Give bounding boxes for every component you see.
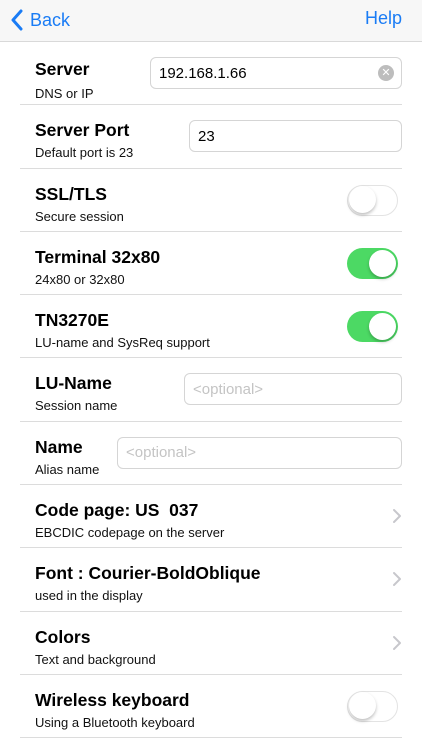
row-subtitle: Text and background: [35, 651, 156, 667]
toggle-knob: [349, 692, 376, 720]
help-button[interactable]: Help: [365, 8, 402, 29]
tn3270e-toggle[interactable]: [347, 311, 398, 343]
row-title: Server: [35, 59, 90, 79]
row-subtitle: EBCDIC codepage on the server: [35, 525, 225, 541]
row-title: SSL/TLS: [35, 183, 107, 204]
chevron-left-icon: [11, 9, 23, 31]
ssl-tls-toggle[interactable]: [347, 184, 398, 216]
row-wireless-keyboard: Wireless keyboard Using a Bluetooth keyb…: [0, 674, 422, 739]
row-subtitle: 24x80 or 32x80: [35, 271, 125, 287]
row-subtitle: LU-name and SysReq support: [35, 335, 210, 351]
row-title: Code page: US 037: [35, 500, 199, 521]
toggle-knob: [349, 186, 376, 214]
toggle-knob: [369, 313, 396, 341]
row-title: Server Port: [35, 120, 130, 141]
row-title: Name: [35, 436, 83, 457]
row-server: Server DNS or IP ✕: [0, 42, 422, 106]
row-server-port: Server Port Default port is 23: [0, 105, 422, 169]
row-lu-name: LU-Name Session name: [0, 358, 422, 423]
row-subtitle: DNS or IP: [35, 86, 94, 101]
server-port-input[interactable]: [189, 120, 402, 153]
row-code-page[interactable]: Code page: US 037 EBCDIC codepage on the…: [0, 485, 422, 549]
row-subtitle: Using a Bluetooth keyboard: [35, 714, 195, 730]
row-title: Terminal 32x80: [35, 246, 161, 267]
toggle-knob: [369, 249, 396, 277]
row-subtitle: Default port is 23: [35, 145, 134, 161]
row-title: TN3270E: [35, 310, 109, 331]
row-colors[interactable]: Colors Text and background: [0, 611, 422, 676]
settings-list: Server DNS or IP ✕ Server Port Default p…: [0, 42, 422, 739]
wireless-keyboard-toggle[interactable]: [347, 690, 398, 722]
back-label: Back: [30, 9, 71, 30]
row-title: Font : Courier-BoldOblique: [35, 563, 261, 584]
row-title: LU-Name: [35, 373, 112, 394]
row-subtitle: Alias name: [35, 461, 100, 477]
row-ssl-tls: SSL/TLS Secure session: [0, 168, 422, 233]
clear-circle-icon[interactable]: ✕: [378, 65, 394, 81]
back-button[interactable]: Back: [10, 6, 70, 34]
row-name: Name Alias name: [0, 421, 422, 486]
row-tn3270e: TN3270E LU-name and SysReq support: [0, 295, 422, 359]
row-font[interactable]: Font : Courier-BoldOblique used in the d…: [0, 548, 422, 612]
row-title: Wireless keyboard: [35, 689, 190, 710]
alias-name-input[interactable]: [117, 436, 402, 469]
row-title: Colors: [35, 626, 91, 647]
chevron-right-icon: [393, 635, 401, 650]
row-terminal-32x80: Terminal 32x80 24x80 or 32x80: [0, 231, 422, 296]
chevron-right-icon: [393, 509, 401, 524]
navigation-bar: Back Help: [0, 0, 422, 42]
server-input[interactable]: [150, 57, 402, 89]
terminal-32x80-toggle[interactable]: [347, 247, 398, 279]
lu-name-input[interactable]: [184, 373, 402, 406]
row-subtitle: Secure session: [35, 208, 124, 224]
row-subtitle: Session name: [35, 398, 118, 414]
chevron-right-icon: [393, 572, 401, 587]
row-subtitle: used in the display: [35, 588, 143, 604]
